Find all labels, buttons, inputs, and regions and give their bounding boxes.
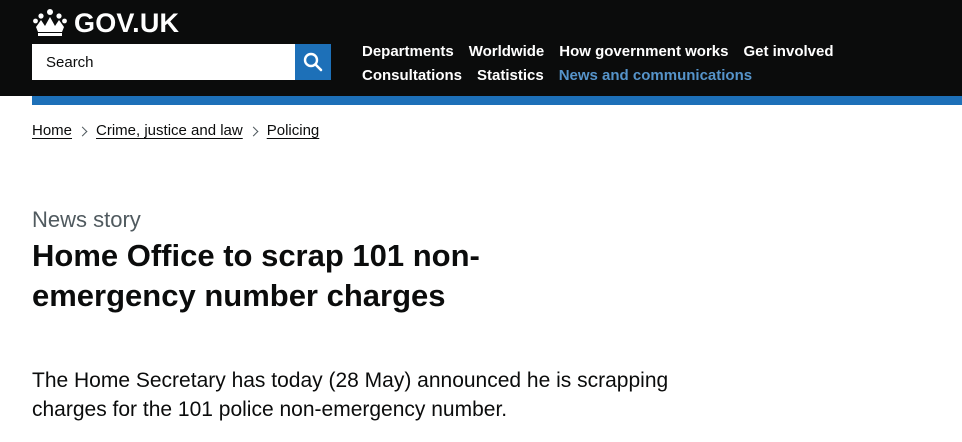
nav-link-get-involved[interactable]: Get involved xyxy=(743,43,833,60)
lead-paragraph: The Home Secretary has today (28 May) an… xyxy=(32,369,669,421)
main-navigation: Departments Worldwide How government works… xyxy=(362,40,922,88)
search-button[interactable] xyxy=(295,44,331,80)
nav-item: News and communications xyxy=(559,64,752,88)
page-caption: News story xyxy=(32,207,141,232)
site-search xyxy=(32,44,331,80)
nav-list: Departments Worldwide How government works… xyxy=(362,40,922,88)
nav-item: Consultations xyxy=(362,64,462,88)
site-header: GOV.UK Departments Worldwide How governmen… xyxy=(0,0,962,96)
nav-item: How government works xyxy=(559,40,728,64)
nav-item: Departments xyxy=(362,40,454,64)
breadcrumb-item: Policing xyxy=(243,120,320,142)
nav-link-news-and-communications[interactable]: News and communications xyxy=(559,67,752,84)
search-input[interactable] xyxy=(32,44,295,80)
breadcrumb-item: Crime, justice and law xyxy=(72,120,243,142)
breadcrumb-link-policing[interactable]: Policing xyxy=(267,120,320,142)
nav-link-departments[interactable]: Departments xyxy=(362,43,454,60)
search-icon xyxy=(303,52,323,72)
nav-item: Get involved xyxy=(743,40,833,64)
breadcrumb-item: Home xyxy=(32,120,72,142)
chevron-right-icon xyxy=(248,126,259,136)
govuk-logo-link[interactable]: GOV.UK xyxy=(32,6,179,40)
nav-item: Statistics xyxy=(477,64,544,88)
header-blue-bar xyxy=(32,96,962,105)
breadcrumb-link-home[interactable]: Home xyxy=(32,120,72,142)
nav-link-how-government-works[interactable]: How government works xyxy=(559,43,728,60)
crown-icon xyxy=(33,9,67,36)
nav-item: Worldwide xyxy=(469,40,545,64)
breadcrumb: Home Crime, justice and law Policing xyxy=(32,120,319,142)
breadcrumb-link-crime-justice-and-law[interactable]: Crime, justice and law xyxy=(96,120,243,142)
nav-link-statistics[interactable]: Statistics xyxy=(477,67,544,84)
logo-text: GOV.UK xyxy=(74,8,180,38)
chevron-right-icon xyxy=(77,126,88,136)
page-title: Home Office to scrap 101 non-emergency n… xyxy=(32,238,480,313)
nav-link-worldwide[interactable]: Worldwide xyxy=(469,43,545,60)
nav-link-consultations[interactable]: Consultations xyxy=(362,67,462,84)
